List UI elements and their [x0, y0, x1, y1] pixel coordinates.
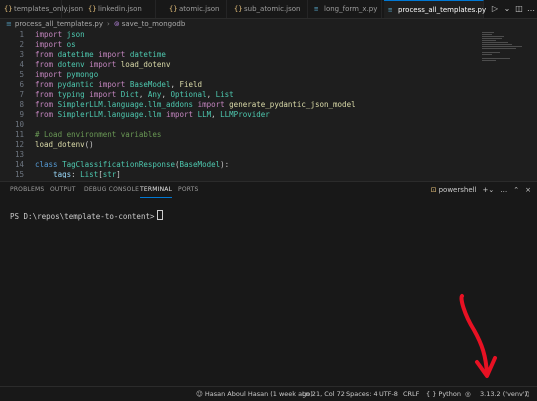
tab-problems[interactable]: PROBLEMS: [10, 182, 44, 198]
bell-icon[interactable]: ♫: [524, 387, 530, 401]
tab-sub-atomic-json[interactable]: {} sub_atomic.json: [230, 0, 308, 18]
panel-tabs: PROBLEMS OUTPUT DEBUG CONSOLE TERMINAL P…: [0, 182, 537, 198]
tab-atomic-json[interactable]: {} atomic.json: [165, 0, 227, 18]
split-editor-icon[interactable]: ◫: [513, 0, 525, 18]
json-file-icon: {}: [234, 5, 243, 13]
code-editor[interactable]: 1 import json 2 import os 3 from datetime i…: [0, 30, 480, 178]
function-icon: ⊚: [113, 20, 120, 28]
json-file-icon: {}: [169, 5, 178, 13]
minimap[interactable]: [478, 30, 528, 70]
more-icon[interactable]: …: [525, 0, 537, 18]
editor-actions: ▷ ⌄ ◫…: [489, 0, 537, 18]
terminal-shell-label[interactable]: powershell: [439, 182, 477, 198]
chevron-down-icon[interactable]: ⌄: [501, 0, 513, 18]
copilot-icon[interactable]: ◎: [465, 387, 471, 401]
python-interpreter[interactable]: 3.13.2 ('venv'): [480, 387, 527, 401]
tab-output[interactable]: OUTPUT: [50, 182, 76, 198]
editor-tab-bar: {} templates_only.json {} linkedin.json …: [0, 0, 537, 19]
tab-templates-only-json[interactable]: {} templates_only.json: [0, 0, 83, 18]
tab-label: process_all_templates.py: [398, 6, 487, 14]
panel-actions: ⊡ powershell +⌄ … ⌃ ×: [425, 182, 531, 198]
terminal-cursor: [156, 210, 163, 220]
git-blame-item[interactable]: ☺ Hasan Aboul Hasan (1 week ago): [196, 387, 313, 401]
json-file-icon: {}: [88, 5, 97, 13]
tab-label: sub_atomic.json: [244, 5, 301, 13]
tab-label: long_form_x.py: [324, 5, 378, 13]
terminal-output[interactable]: PS D:\repos\template-to-content>: [10, 210, 163, 221]
tab-long-form-x-py[interactable]: ≡ long_form_x.py: [310, 0, 382, 18]
json-file-icon: {}: [4, 5, 13, 13]
terminal-prompt: PS D:\repos\template-to-content>: [10, 212, 155, 221]
line-endings[interactable]: CRLF: [403, 387, 419, 401]
annotation-arrow: [459, 294, 497, 378]
editor-scrollbar[interactable]: [530, 30, 537, 180]
maximize-panel-icon[interactable]: ⌃: [513, 182, 519, 198]
language-mode[interactable]: { } Python: [426, 387, 461, 401]
encoding[interactable]: UTF-8: [379, 387, 398, 401]
tab-terminal[interactable]: TERMINAL: [140, 182, 173, 198]
tab-ports[interactable]: PORTS: [178, 182, 199, 198]
tab-label: linkedin.json: [98, 5, 142, 13]
tab-label: templates_only.json: [14, 5, 84, 13]
status-bar: ☺ Hasan Aboul Hasan (1 week ago) Ln 21, …: [0, 386, 537, 401]
python-file-icon: ≡: [6, 20, 12, 28]
chevron-right-icon: ›: [107, 20, 110, 28]
python-file-icon: ≡: [314, 5, 319, 13]
breadcrumb-symbol[interactable]: save_to_mongodb: [122, 20, 186, 28]
python-file-icon: ≡: [388, 6, 393, 14]
breadcrumb-file[interactable]: process_all_templates.py: [15, 20, 103, 28]
new-terminal-icon[interactable]: +⌄: [483, 182, 495, 198]
indentation[interactable]: Spaces: 4: [346, 387, 378, 401]
breadcrumb: ≡ process_all_templates.py › ⊚ save_to_mongo…: [0, 18, 537, 30]
terminal-icon: ⊡: [430, 186, 437, 194]
more-icon[interactable]: …: [500, 182, 507, 198]
run-icon[interactable]: ▷: [489, 0, 501, 18]
cursor-position[interactable]: Ln 21, Col 72: [302, 387, 345, 401]
tab-debug-console[interactable]: DEBUG CONSOLE: [84, 182, 139, 198]
tab-linkedin-json[interactable]: {} linkedin.json: [84, 0, 156, 18]
close-icon[interactable]: ×: [525, 182, 531, 198]
person-icon: ☺: [196, 390, 203, 398]
tab-process-all-templates-py[interactable]: ≡ process_all_templates.py: [384, 0, 487, 18]
tab-label: atomic.json: [179, 5, 220, 13]
